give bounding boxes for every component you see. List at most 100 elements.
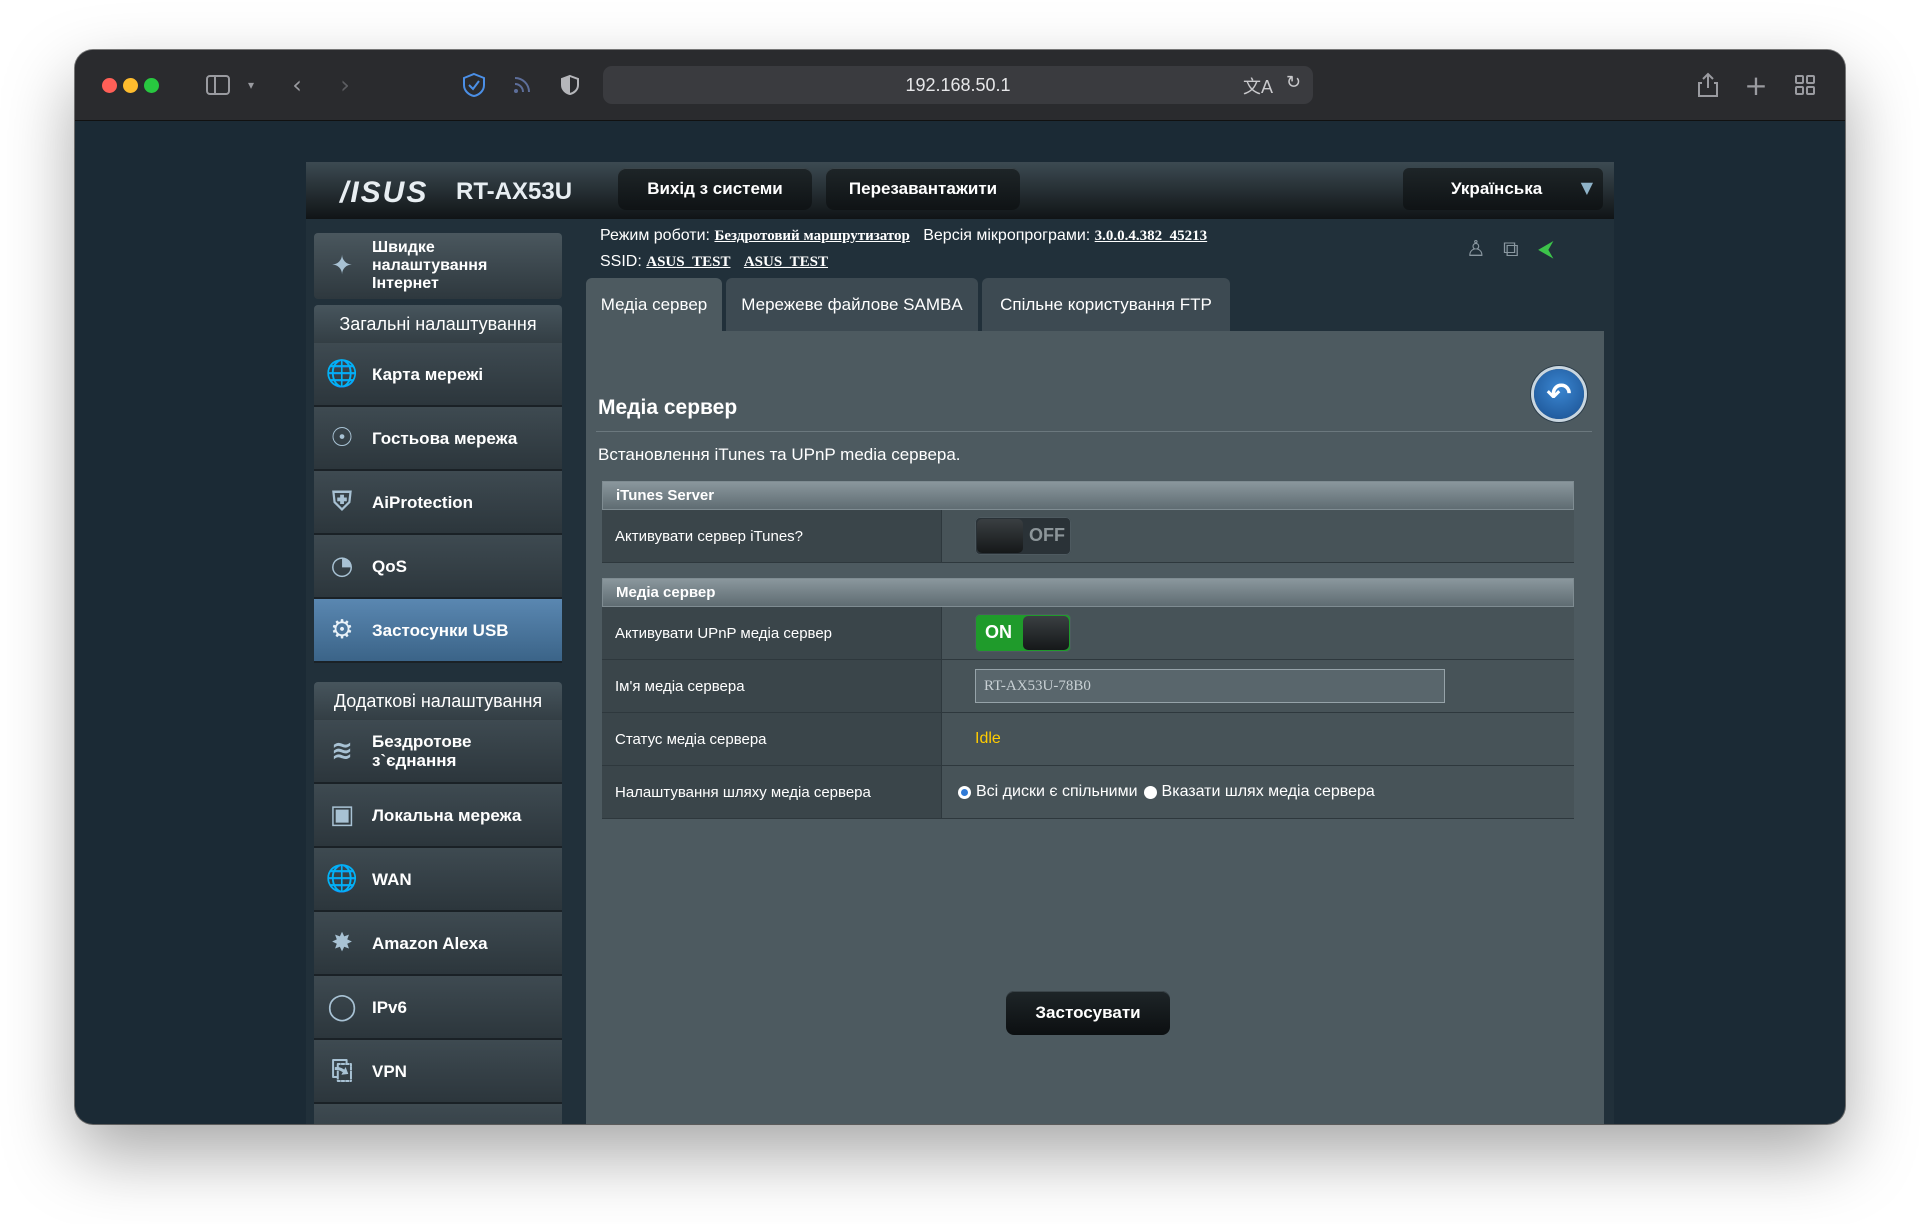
back-icon[interactable]: ‹ [285, 68, 309, 102]
sidebar-item-vpn[interactable]: ⎘ VPN [314, 1040, 562, 1104]
language-label: Українська [1451, 179, 1543, 198]
advanced-settings-header: Додаткові налаштування [314, 682, 562, 720]
quick-setup-button[interactable]: ✦ Швидке налаштування Інтернет [314, 233, 562, 299]
sidebar-item-alexa[interactable]: ✸ Amazon Alexa [314, 912, 562, 976]
tab-label: Мережеве файлове SAMBA [741, 294, 963, 314]
sidebar-item-label: Бездротове з`єднання [372, 732, 472, 770]
share-icon[interactable] [1695, 68, 1721, 102]
upnp-enable-label: Активувати UPnP медіа сервер [602, 607, 942, 659]
sidebar-item-lan[interactable]: ▣ Локальна мережа [314, 784, 562, 848]
lock-shield-icon: ⛨ [332, 486, 352, 517]
reboot-button[interactable]: Перезавантажити [826, 168, 1020, 210]
sidebar-item-label: QoS [372, 556, 407, 576]
clients-icon[interactable]: ♙ [1466, 237, 1486, 262]
sidebar-item-label: Локальна мережа [372, 805, 522, 825]
toggle-state: ON [985, 622, 1012, 642]
radio-selected-icon [958, 785, 971, 799]
sidebar-item-usb-apps[interactable]: ⚙ Застосунки USB [314, 599, 562, 663]
zoom-window-button[interactable] [144, 78, 159, 93]
sidebar-item-next[interactable] [314, 1104, 562, 1124]
back-arrow-icon[interactable]: ↶ [1534, 369, 1584, 419]
sidebar-icon[interactable] [203, 68, 233, 102]
sidebar-item-aiprotection[interactable]: ⛨ AiProtection [314, 471, 562, 535]
advanced-header-label: Додаткові налаштування [333, 690, 543, 711]
ipv6-icon: ◯ [327, 992, 357, 1022]
server-status-label: Статус медіа сервера [602, 713, 942, 765]
reload-icon[interactable]: ↻ [1286, 72, 1301, 93]
sidebar-item-label: Гостьова мережа [372, 428, 518, 448]
toggle-state: OFF [1029, 525, 1065, 545]
address-bar[interactable]: 192.168.50.1 文A ↻ [603, 66, 1313, 104]
asus-logo: /ISUS [340, 176, 429, 209]
sidebar-item-label: IPv6 [372, 997, 407, 1017]
language-select[interactable]: Українська ▼ [1403, 168, 1603, 210]
table-row: Статус медіа сервера Idle [602, 713, 1574, 766]
sidebar-item-label: WAN [372, 869, 412, 889]
tab-ftp[interactable]: Спільне користування FTP [982, 278, 1230, 331]
tab-samba[interactable]: Мережеве файлове SAMBA [726, 278, 978, 331]
mode-link[interactable]: Бездротовий маршрутизатор [714, 228, 909, 244]
sidebar-item-ipv6[interactable]: ◯ IPv6 [314, 976, 562, 1040]
sidebar-item-wan[interactable]: 🌐 WAN [314, 848, 562, 912]
sidebar-item-network-map[interactable]: 🌐 Карта мережі [314, 343, 562, 407]
ssid-label: SSID: [600, 253, 642, 270]
wan-globe-icon: 🌐 [325, 864, 359, 894]
sidebar-item-label: Застосунки USB [372, 620, 509, 640]
globe-icon: 🌐 [325, 359, 359, 389]
gauge-icon: ◔ [330, 551, 354, 581]
shield-icon[interactable] [460, 68, 488, 102]
vpn-icon: ⎘ [331, 1055, 353, 1086]
logout-button[interactable]: Вихід з системи [618, 168, 812, 210]
sidebar-item-guest-network[interactable]: ☉ Гостьова мережа [314, 407, 562, 471]
forward-icon[interactable]: › [333, 68, 357, 102]
dropdown-arrow-icon: ▼ [1580, 178, 1593, 197]
toggle-knob [977, 519, 1023, 553]
alexa-icon: ✸ [331, 928, 353, 958]
translate-icon[interactable]: 文A [1243, 73, 1273, 99]
sidebar-item-qos[interactable]: ◔ QoS [314, 535, 562, 599]
browser-window: ▾ ‹ › 192.168.50.1 文A ↻ + /ISUS RT-AX53U [75, 50, 1845, 1124]
radio-label: Вказати шлях медіа сервера [1161, 783, 1375, 800]
sidebar-item-label: AiProtection [372, 492, 474, 512]
chevron-down-icon[interactable]: ▾ [243, 68, 259, 102]
path-custom-radio[interactable]: Вказати шлях медіа сервера [1143, 783, 1375, 801]
itunes-toggle[interactable]: OFF [975, 517, 1071, 555]
upnp-toggle[interactable]: ON [975, 614, 1071, 652]
itunes-table-header: iTunes Server [602, 481, 1574, 510]
divider [596, 431, 1592, 432]
server-name-input[interactable]: RT-AX53U-78B0 [975, 669, 1445, 703]
itunes-table: iTunes Server Активувати сервер iTunes? … [602, 481, 1574, 563]
info-row-ssid: SSID: ASUS_TEST ASUS_TEST [600, 253, 828, 271]
ssid-link-1[interactable]: ASUS_TEST [646, 254, 730, 270]
rss-icon[interactable] [510, 68, 534, 102]
privacy-icon[interactable] [558, 68, 582, 102]
radio-unselected-icon [1143, 785, 1157, 799]
general-header-label: Загальні налаштування [339, 313, 537, 334]
minimize-window-button[interactable] [123, 78, 138, 93]
router-header: /ISUS RT-AX53U Вихід з системи Перезаван… [306, 162, 1614, 219]
table-row: Ім'я медіа сервера RT-AX53U-78B0 [602, 660, 1574, 713]
media-table-header: Медіа сервер [602, 578, 1574, 607]
close-window-button[interactable] [102, 78, 117, 93]
tab-media-server[interactable]: Медіа сервер [586, 278, 722, 331]
lan-icon: ▣ [329, 800, 355, 830]
page-description: Встановлення iTunes та UPnP media сервер… [598, 445, 961, 464]
general-settings-header: Загальні налаштування [314, 305, 562, 343]
firmware-link[interactable]: 3.0.0.4.382_45213 [1095, 228, 1208, 244]
ssid-link-2[interactable]: ASUS_TEST [744, 254, 828, 270]
sidebar-item-wireless[interactable]: ≋ Бездротове з`єднання [314, 720, 562, 784]
wand-icon: ✦ [331, 251, 353, 281]
new-tab-icon[interactable]: + [1744, 68, 1768, 102]
sidebar-item-label: Amazon Alexa [372, 933, 488, 953]
usb-status-icon[interactable]: ⮜ [1538, 237, 1554, 262]
usb-device-icon[interactable]: ⧉ [1503, 237, 1519, 262]
path-all-radio[interactable]: Всі диски є спільними [958, 783, 1138, 801]
router-page: /ISUS RT-AX53U Вихід з системи Перезаван… [306, 162, 1614, 1124]
toggle-knob [1023, 616, 1069, 650]
browser-toolbar: ▾ ‹ › 192.168.50.1 文A ↻ + [75, 50, 1845, 121]
radio-label: Всі диски є спільними [976, 783, 1138, 800]
model-name: RT-AX53U [456, 178, 573, 205]
apply-button[interactable]: Застосувати [1006, 991, 1170, 1035]
tabs-overview-icon[interactable] [1792, 68, 1818, 102]
content-panel: Медіа сервер ↶ Встановлення iTunes та UP… [586, 331, 1604, 1124]
